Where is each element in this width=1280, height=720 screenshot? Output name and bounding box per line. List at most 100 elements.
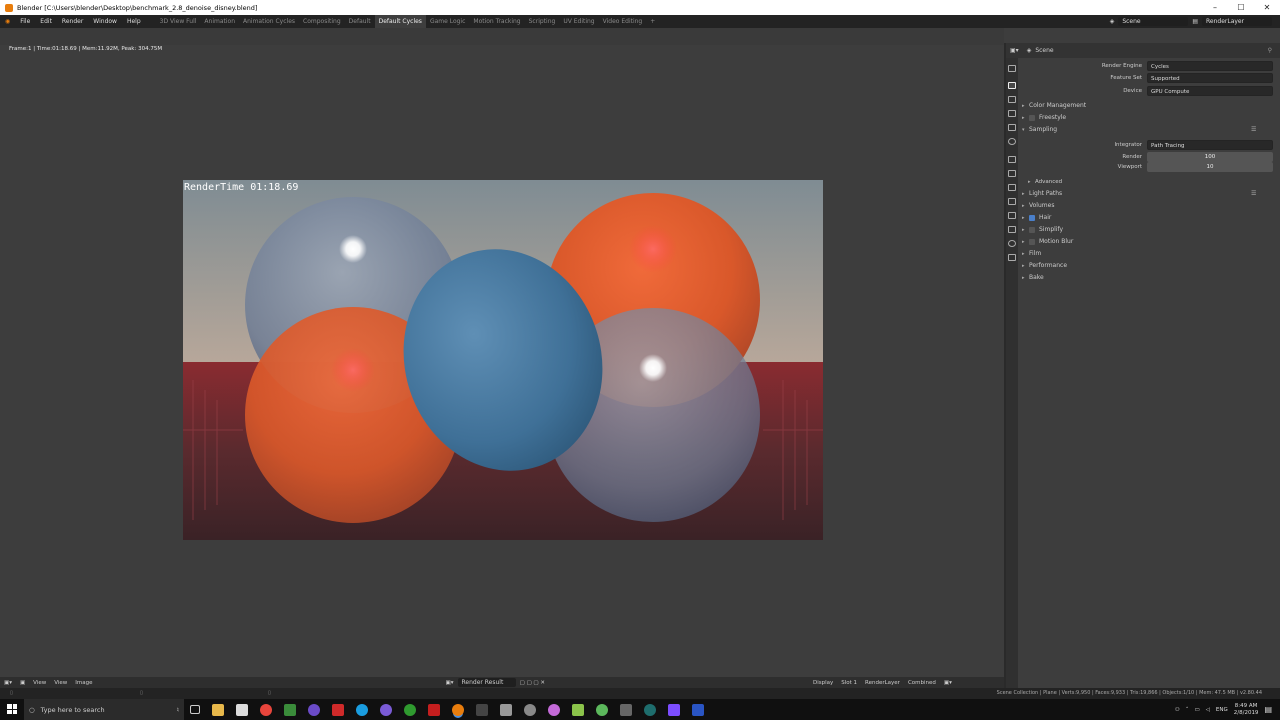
tab-video-editing[interactable]: Video Editing (599, 15, 647, 28)
freestyle-checkbox[interactable] (1029, 115, 1035, 121)
view-dropdown[interactable]: View (29, 680, 50, 686)
microphone-icon[interactable]: ♮ (177, 706, 179, 714)
particles-tab-icon[interactable] (1008, 184, 1016, 191)
display-dropdown[interactable]: Display (809, 680, 837, 686)
app-teal-icon[interactable] (644, 703, 656, 716)
view-mode-icon[interactable]: ▣ (16, 680, 29, 686)
add-workspace-button[interactable]: + (646, 15, 659, 28)
menu-window[interactable]: Window (88, 18, 122, 25)
scene-selector[interactable]: Scene (1118, 17, 1189, 26)
panel-bake[interactable]: ▸ Bake (1022, 272, 1044, 284)
app-r-icon[interactable] (692, 703, 704, 716)
app-dark-icon[interactable] (476, 703, 488, 716)
render-result-image[interactable] (183, 180, 823, 540)
tab-motion-tracking[interactable]: Motion Tracking (469, 15, 524, 28)
maximize-button[interactable]: ☐ (1228, 3, 1254, 12)
people-icon[interactable]: ⚇ (1175, 707, 1180, 713)
panel-sampling[interactable]: ▾ Sampling (1022, 124, 1057, 136)
image-action-icons[interactable]: ▢ ▢ ▢ ✕ (516, 680, 549, 686)
tab-default-cycles[interactable]: Default Cycles (374, 15, 426, 28)
pass-dropdown[interactable]: Combined (904, 680, 940, 686)
calculator-icon[interactable] (620, 703, 632, 716)
tab-compositing[interactable]: Compositing (299, 15, 345, 28)
tab-animation-cycles[interactable]: Animation Cycles (239, 15, 299, 28)
panel-simplify[interactable]: ▸ Simplify (1022, 224, 1063, 236)
motion-blur-checkbox[interactable] (1029, 239, 1035, 245)
tab-scripting[interactable]: Scripting (525, 15, 560, 28)
panel-motion-blur[interactable]: ▸ Motion Blur (1022, 236, 1073, 248)
windows-start-icon[interactable] (7, 704, 17, 714)
panel-freestyle[interactable]: ▸ Freestyle (1022, 112, 1066, 124)
slot-dropdown[interactable]: Slot 1 (837, 680, 861, 686)
viber-icon[interactable] (380, 703, 392, 716)
blender-taskbar-icon[interactable] (452, 703, 464, 716)
app-colorful-icon[interactable] (668, 703, 680, 716)
image-browse-icon[interactable]: ▣▾ (442, 680, 458, 686)
feature-set-dropdown[interactable]: Supported (1147, 73, 1273, 83)
task-view-icon[interactable] (190, 705, 200, 714)
layer-icon[interactable]: ▤ (1192, 18, 1198, 25)
notification-icon[interactable]: ▤ (1264, 705, 1272, 714)
render-engine-dropdown[interactable]: Cycles (1147, 61, 1273, 71)
object-tab-icon[interactable] (1008, 156, 1016, 163)
simplify-checkbox[interactable] (1029, 227, 1035, 233)
integrator-dropdown[interactable]: Path Tracing (1147, 140, 1273, 150)
skype-icon[interactable] (356, 703, 368, 716)
view-layer-tab-icon[interactable] (1008, 110, 1016, 117)
subpanel-advanced[interactable]: ▸ Advanced (1028, 176, 1062, 188)
pin-icon[interactable]: ⚲ (1268, 47, 1272, 54)
tab-animation[interactable]: Animation (200, 15, 239, 28)
panel-light-paths[interactable]: ▸ Light Paths (1022, 188, 1062, 200)
material-tab-icon[interactable] (1008, 240, 1016, 247)
render-tab-icon[interactable] (1008, 82, 1016, 89)
tab-game-logic[interactable]: Game Logic (426, 15, 469, 28)
device-dropdown[interactable]: GPU Compute (1147, 86, 1273, 96)
minimize-button[interactable]: – (1202, 3, 1228, 12)
chevron-up-icon[interactable]: ˄ (1186, 707, 1189, 713)
image-menu[interactable]: Image (71, 680, 96, 686)
app-red-icon[interactable] (332, 703, 344, 716)
view-menu[interactable]: View (50, 680, 71, 686)
chrome-icon[interactable] (260, 703, 272, 716)
display-channels-icon[interactable]: ▣▾ (940, 680, 956, 686)
menu-edit[interactable]: Edit (35, 18, 57, 25)
layer-dropdown[interactable]: RenderLayer (861, 680, 904, 686)
clock[interactable]: 8:49 AM 2/8/2019 (1234, 703, 1259, 717)
xbox-icon[interactable] (404, 703, 416, 716)
hair-checkbox[interactable] (1029, 215, 1035, 221)
tab-default[interactable]: Default (345, 15, 375, 28)
tab-uv-editing[interactable]: UV Editing (559, 15, 598, 28)
panel-volumes[interactable]: ▸ Volumes (1022, 200, 1054, 212)
app-green-icon[interactable] (284, 703, 296, 716)
app-purple-icon[interactable] (308, 703, 320, 716)
taskbar-search-box[interactable]: ○ Type here to search ♮ (24, 699, 184, 720)
physics-tab-icon[interactable] (1008, 198, 1016, 205)
panel-performance[interactable]: ▸ Performance (1022, 260, 1067, 272)
presets-icon[interactable]: ☰ (1251, 126, 1256, 133)
close-button[interactable]: ✕ (1254, 3, 1280, 12)
texture-tab-icon[interactable] (1008, 254, 1016, 261)
world-tab-icon[interactable] (1008, 138, 1016, 145)
presets-icon[interactable]: ☰ (1251, 190, 1256, 197)
app-hand-icon[interactable] (500, 703, 512, 716)
output-tab-icon[interactable] (1008, 96, 1016, 103)
file-explorer-icon[interactable] (212, 703, 224, 716)
app-gear-icon[interactable] (524, 703, 536, 716)
properties-editor-icon[interactable]: ▣▾ (1010, 47, 1019, 54)
scene-tab-icon[interactable] (1008, 124, 1016, 131)
app-android-icon[interactable] (572, 703, 584, 716)
editor-type-icon[interactable]: ▣▾ (0, 680, 16, 686)
app-green2-icon[interactable] (596, 703, 608, 716)
tab-3d-view-full[interactable]: 3D View Full (156, 15, 201, 28)
renderlayer-selector[interactable]: RenderLayer (1202, 17, 1272, 26)
language-indicator[interactable]: ENG (1216, 707, 1228, 713)
tool-tab-icon[interactable] (1008, 65, 1016, 72)
panel-hair[interactable]: ▸ Hair (1022, 212, 1051, 224)
menu-file[interactable]: File (15, 18, 35, 25)
store-icon[interactable] (236, 703, 248, 716)
panel-color-management[interactable]: ▸ Color Management (1022, 100, 1086, 112)
constraints-tab-icon[interactable] (1008, 212, 1016, 219)
menu-render[interactable]: Render (57, 18, 88, 25)
data-tab-icon[interactable] (1008, 226, 1016, 233)
app-acrobat-icon[interactable] (428, 703, 440, 716)
